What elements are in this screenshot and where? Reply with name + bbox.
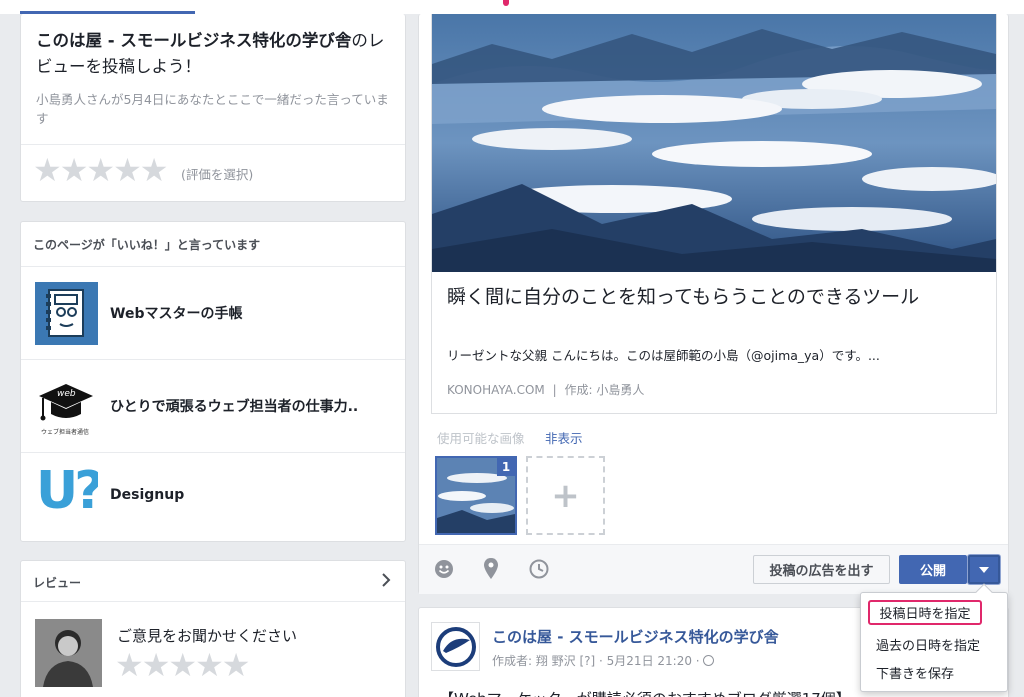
composer-action-bar: 投稿の広告を出す 公開	[419, 544, 1008, 594]
page-name-link[interactable]: このは屋 - スモールビジネス特化の学び舎	[36, 31, 351, 50]
image-picker-label: 使用可能な画像	[437, 431, 525, 446]
menu-item-backdate[interactable]: 過去の日時を指定	[876, 635, 980, 654]
review-prompt-subtext: 小島勇人さんが5月4日にあなたとここで一緒だった言っています	[36, 92, 389, 126]
reviews-card: レビュー ご意見をお聞かせください ★★★★★	[20, 560, 406, 697]
image-thumbnail-selected[interactable]: 1	[435, 456, 517, 535]
rating-hint: (評価を選択)	[181, 167, 254, 182]
liked-pages-header: このページが「いいね！」と言っています	[33, 238, 261, 252]
konohaya-logo-icon	[435, 626, 476, 667]
emoji-icon[interactable]	[433, 558, 455, 580]
publish-options-dropdown[interactable]	[968, 555, 1000, 584]
review-prompt-card: このは屋 - スモールビジネス特化の学び舎のレビューを投稿しよう！ 小島勇人さん…	[20, 14, 406, 202]
publish-button[interactable]: 公開	[899, 555, 967, 584]
link-preview-title[interactable]: 瞬く間に自分のことを知ってもらうことのできるツール	[447, 283, 987, 311]
chevron-down-icon	[979, 566, 989, 573]
clock-icon[interactable]	[528, 558, 550, 580]
divider	[21, 144, 405, 145]
page-avatar[interactable]	[431, 622, 480, 671]
link-preview[interactable]: 瞬く間に自分のことを知ってもらうことのできるツール リーゼントな父親 こんにちは…	[431, 14, 997, 414]
link-author: 作成: 小島勇人	[564, 383, 645, 397]
composer-card: 瞬く間に自分のことを知ってもらうことのできるツール リーゼントな父親 こんにちは…	[418, 14, 1009, 594]
liked-page-item[interactable]: web ウェブ担当者通信 ひとりで頑張るウェブ担当者の仕事力..	[21, 360, 405, 452]
divider	[21, 601, 405, 602]
globe-icon	[703, 655, 715, 666]
avatar[interactable]	[35, 619, 102, 687]
preview-image[interactable]	[432, 14, 996, 272]
plus-icon: +	[551, 475, 580, 516]
chevron-right-icon[interactable]	[379, 571, 393, 589]
add-image-button[interactable]: +	[526, 456, 605, 535]
liked-pages-card: このページが「いいね！」と言っています Webマスターの手帳 web ウェブ担当…	[20, 221, 406, 542]
notebook-avatar-icon[interactable]	[35, 282, 98, 345]
web-grad-cap-icon[interactable]: web ウェブ担当者通信	[35, 374, 98, 437]
notification-mark	[503, 0, 509, 6]
logo-text: web	[57, 389, 76, 399]
link-preview-source: KONOHAYA.COM | 作成: 小島勇人	[447, 381, 644, 398]
link-domain: KONOHAYA.COM	[447, 383, 545, 397]
review-prompt-title: このは屋 - スモールビジネス特化の学び舎のレビューを投稿しよう！	[36, 28, 396, 80]
post-meta-text: 作成者: 翔 野沢 [?] · 5月21日 21:20 ·	[492, 654, 704, 668]
post-meta: 作成者: 翔 野沢 [?] · 5月21日 21:20 ·	[492, 652, 715, 669]
selected-badge: 1	[497, 458, 515, 476]
post-body-preview: 【Webマーケッターが購読必須のおすすめブログ厳選17個】	[439, 688, 851, 697]
rating-stars[interactable]: ★★★★★	[33, 152, 168, 188]
location-pin-icon[interactable]	[482, 557, 500, 581]
post-page-name[interactable]: このは屋 - スモールビジネス特化の学び舎	[492, 626, 779, 647]
liked-page-name[interactable]: ひとりで頑張るウェブ担当者の仕事力..	[110, 396, 358, 416]
menu-item-save-draft[interactable]: 下書きを保存	[876, 663, 954, 682]
review-rating-stars[interactable]: ★★★★★	[115, 647, 250, 683]
liked-page-item[interactable]: U? Designup	[21, 453, 405, 543]
reviews-header[interactable]: レビュー	[33, 574, 81, 591]
hide-images-link[interactable]: 非表示	[545, 428, 583, 447]
liked-page-item[interactable]: Webマスターの手帳	[21, 267, 405, 359]
publish-options-menu: 投稿日時を指定 過去の日時を指定 下書きを保存	[860, 583, 1008, 692]
designup-logo-icon[interactable]: U?	[35, 467, 98, 530]
review-prompt-text: ご意見をお聞かせください	[117, 627, 298, 645]
link-preview-description: リーゼントな父親 こんにちは。このは屋師範の小島（@ojima_ya）です。..…	[447, 348, 880, 363]
boost-post-button[interactable]: 投稿の広告を出す	[753, 555, 890, 584]
liked-page-name[interactable]: Designup	[110, 487, 184, 503]
logo-text: U?	[36, 467, 98, 521]
source-separator: |	[552, 383, 557, 397]
menu-item-schedule[interactable]: 投稿日時を指定	[868, 600, 982, 625]
logo-caption: ウェブ担当者通信	[41, 429, 90, 436]
liked-page-name[interactable]: Webマスターの手帳	[110, 303, 242, 323]
